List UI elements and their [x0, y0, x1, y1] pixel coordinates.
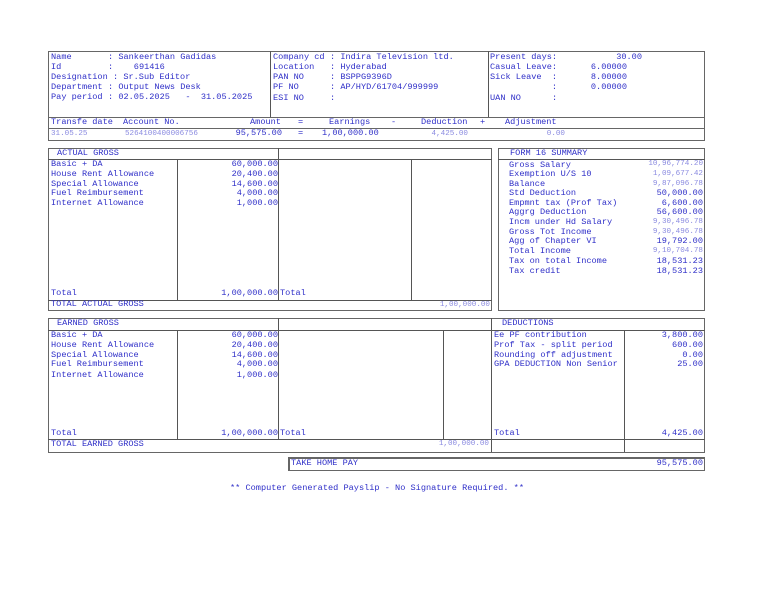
other-leave: 0.00000: [590, 82, 627, 92]
pf-label: PF NO: [273, 82, 299, 92]
other-leave-label: :: [490, 82, 558, 92]
divider: [177, 330, 178, 439]
deductions-title: DEDUCTIONS: [502, 318, 554, 328]
list-item-value: 19,792.00: [656, 236, 703, 246]
pay-period-label: Pay period: [51, 92, 103, 102]
list-item-value: 4,000.00: [236, 359, 278, 369]
list-item-value: 9,30,496.78: [652, 218, 703, 226]
take-home-pay-label: TAKE HOME PAY: [291, 458, 359, 468]
total-label: Total: [494, 428, 520, 438]
amount-header: Amount: [250, 117, 281, 127]
actual-gross-title: ACTUAL GROSS: [57, 148, 119, 158]
minus-sign: -: [391, 117, 397, 127]
equals-sign: =: [298, 117, 304, 127]
deductions-total: 4,425.00: [661, 428, 703, 438]
pf-number: : AP/HYD/61704/999999: [330, 82, 439, 92]
list-item-label: GPA DEDUCTION Non Senior: [494, 359, 618, 369]
divider: [48, 330, 705, 331]
divider: [270, 51, 271, 117]
list-item-value: 1,000.00: [236, 370, 278, 380]
account-header: Account No.: [123, 117, 180, 127]
total-label: Total: [51, 288, 77, 298]
total-actual-gross-label: TOTAL ACTUAL GROSS: [51, 299, 144, 309]
divider: [48, 439, 705, 440]
esi-label: ESI NO: [273, 93, 304, 103]
earned-gross-title: EARNED GROSS: [57, 318, 119, 328]
total-label: Total: [280, 288, 306, 298]
list-item-label: Tax credit: [509, 266, 561, 276]
list-item-value: 1,000.00: [236, 198, 278, 208]
transfer-date: 31.05.25: [51, 130, 88, 138]
list-item-value: 10,96,774.20: [648, 160, 703, 168]
list-item-label: Fuel Reimbursement: [51, 359, 144, 369]
divider: [491, 318, 492, 452]
divider: [411, 159, 412, 300]
transfer-earnings: 1,00,000.00: [322, 128, 379, 138]
earned-gross-total: 1,00,000.00: [221, 428, 278, 438]
deduction-header: Deduction: [421, 117, 468, 127]
account-number: 5264100400006756: [125, 130, 198, 138]
list-item-value: 1,09,677.42: [652, 170, 703, 178]
total-earned-gross: 1,00,000.00: [438, 440, 489, 448]
plus-sign: +: [480, 117, 486, 127]
list-item-value: 25.00: [677, 359, 703, 369]
total-earned-gross-label: TOTAL EARNED GROSS: [51, 439, 144, 449]
divider: [488, 51, 489, 117]
transfer-adjustment: 0.00: [546, 130, 565, 138]
uan-label: UAN NO: [490, 93, 521, 103]
transfer-amount: 95,575.00: [235, 128, 282, 138]
transfer-date-header: Transfe date: [51, 117, 113, 127]
divider: [278, 318, 279, 439]
transfer-deduction: 4,425.00: [431, 130, 468, 138]
list-item-value: 56,600.00: [656, 207, 703, 217]
form16-title: FORM 16 SUMMARY: [510, 148, 588, 158]
total-label: Total: [280, 428, 306, 438]
total-label: Total: [51, 428, 77, 438]
pay-period: : 02.05.2025 - 31.05.2025: [108, 92, 253, 102]
list-item-label: Internet Allowance: [51, 198, 144, 208]
adjustment-header: Adjustment: [505, 117, 557, 127]
divider: [443, 330, 444, 439]
uan-number: :: [552, 93, 558, 103]
earned-gross-box: [48, 318, 705, 453]
divider: [624, 330, 625, 452]
equals-sign: =: [298, 128, 304, 138]
actual-gross-total: 1,00,000.00: [221, 288, 278, 298]
esi-number: :: [330, 93, 336, 103]
total-actual-gross: 1,00,000.00: [439, 301, 490, 309]
list-item-value: 18,531.23: [656, 266, 703, 276]
list-item-label: Internet Allowance: [51, 370, 144, 380]
footer-note: ** Computer Generated Payslip - No Signa…: [230, 483, 524, 493]
earnings-header: Earnings: [329, 117, 371, 127]
take-home-pay-value: 95,575.00: [656, 458, 703, 468]
divider: [278, 148, 279, 300]
divider: [177, 159, 178, 300]
